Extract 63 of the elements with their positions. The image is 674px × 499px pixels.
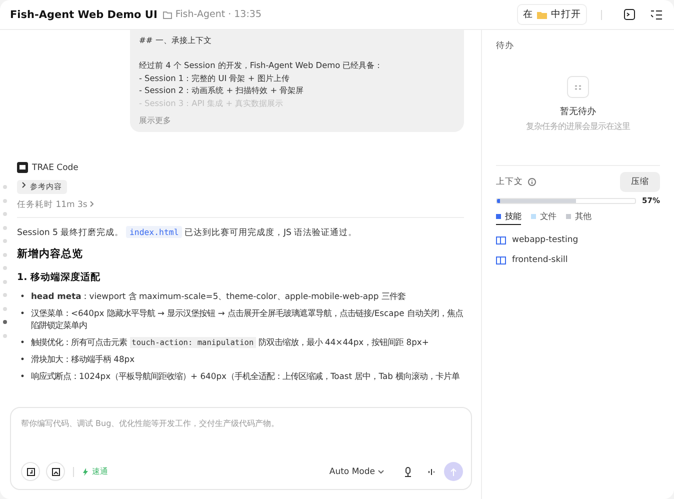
- info-icon: [528, 178, 536, 186]
- chevron-down-icon: [378, 470, 384, 474]
- chevron-right-icon: [90, 201, 94, 208]
- timeline-dot[interactable]: [3, 320, 7, 324]
- subsection-heading: 1. 移动端深度适配: [17, 271, 102, 284]
- panel-title: 待办: [496, 40, 515, 52]
- mode-dropdown[interactable]: Auto Mode: [323, 466, 390, 478]
- timeline-dot[interactable]: [3, 252, 7, 256]
- terminal-icon[interactable]: [622, 7, 637, 22]
- bullet-item: 响应式断点：1024px（平板导航间距收缩）+ 640px（手机全适配：上传区缩减，Toast 居中，Tab 横向滚动，卡片单: [30, 370, 460, 382]
- timeline-dot[interactable]: [3, 212, 7, 216]
- lightning-icon: [82, 468, 89, 476]
- timeline-dot[interactable]: [3, 293, 7, 297]
- agent-logo-icon: [17, 162, 28, 174]
- bullet-item: 汉堡菜单：<640px 隐藏水平导航 → 显示汉堡按钮 → 点击展开全屏毛玻璃遮罩导航，点击链接/Escape 自动关闭，焦点陷阱锁定菜单内: [30, 306, 464, 332]
- empty-state-title: 暂无待办: [560, 106, 596, 118]
- message-text: 经过前 4 个 Session 的开发，Fish-Agent Web Demo 已经具备：: [139, 59, 384, 72]
- project-info: Fish-Agent · 13:35: [163, 9, 262, 20]
- arrow-up-icon: [450, 468, 457, 476]
- microphone-icon[interactable]: [402, 464, 414, 478]
- timeline-dot[interactable]: [3, 280, 7, 284]
- chevron-right-icon: [22, 182, 26, 188]
- open-in-button[interactable]: 在 中打开: [517, 4, 587, 25]
- send-button[interactable]: [444, 462, 463, 481]
- timeline-dot[interactable]: [3, 239, 7, 243]
- bullet-marker: •: [20, 353, 25, 366]
- timeline-dot[interactable]: [3, 226, 7, 230]
- message-text: ## 一、承接上下文: [139, 34, 212, 47]
- empty-list-icon: [567, 76, 589, 98]
- agent-name: TRAE Code: [32, 162, 78, 173]
- skill-item[interactable]: frontend-skill: [496, 255, 660, 265]
- bullet-item: head meta：viewport 含 maximum-scale=5、theme-color、apple-mobile-web-app 三件套: [30, 290, 406, 303]
- timeline-dot[interactable]: [3, 266, 7, 270]
- bullet-marker: •: [20, 306, 25, 320]
- message-text: - Session 1：完整的 UI 骨架 + 图片上传: [139, 72, 290, 84]
- context-tab[interactable]: 其他: [566, 209, 591, 225]
- bullet-item: 滑块加大：移动端手柄 48px: [30, 353, 135, 366]
- summary-text: Session 5 最终打磨完成。 index.html 已达到比赛可用完成度，JS 语法验证通过。: [17, 226, 358, 240]
- timeline-dot[interactable]: [3, 306, 7, 310]
- message-text: - Session 2：动画系统 + 扫描特效 + 骨架屏: [139, 84, 305, 97]
- book-icon: [496, 236, 506, 244]
- attach-icon[interactable]: [21, 462, 40, 481]
- compress-button[interactable]: 压缩: [620, 172, 660, 192]
- timeline-dot[interactable]: [3, 198, 7, 202]
- timeline-dot[interactable]: [3, 185, 7, 189]
- folder-icon: [163, 10, 172, 18]
- window-title: Fish-Agent Web Demo UI: [10, 8, 158, 20]
- bullet-marker: •: [20, 336, 25, 349]
- book-icon: [496, 256, 506, 264]
- list-icon[interactable]: [649, 8, 664, 22]
- section-heading: 新增内容总览: [17, 247, 84, 262]
- elapsed-time[interactable]: 任务耗时 11m 3s: [17, 199, 94, 212]
- empty-state-hint: 复杂任务的进展会显示在这里: [526, 121, 630, 132]
- prompt-field[interactable]: 帮你编写代码、调试 Bug、优化性能等开发工作，交付生产级代码产物。 速通 Auto Mode: [10, 407, 472, 490]
- context-title: 上下文: [496, 176, 523, 188]
- context-tab[interactable]: 技能: [496, 209, 521, 225]
- timeline-dot[interactable]: [3, 334, 7, 338]
- context-tab[interactable]: 文件: [531, 209, 556, 225]
- skill-item[interactable]: webapp-testing: [496, 235, 660, 245]
- image-icon[interactable]: [46, 462, 65, 481]
- bullet-marker: •: [20, 290, 25, 303]
- folder-icon: [537, 10, 547, 18]
- bullet-marker: •: [20, 370, 25, 382]
